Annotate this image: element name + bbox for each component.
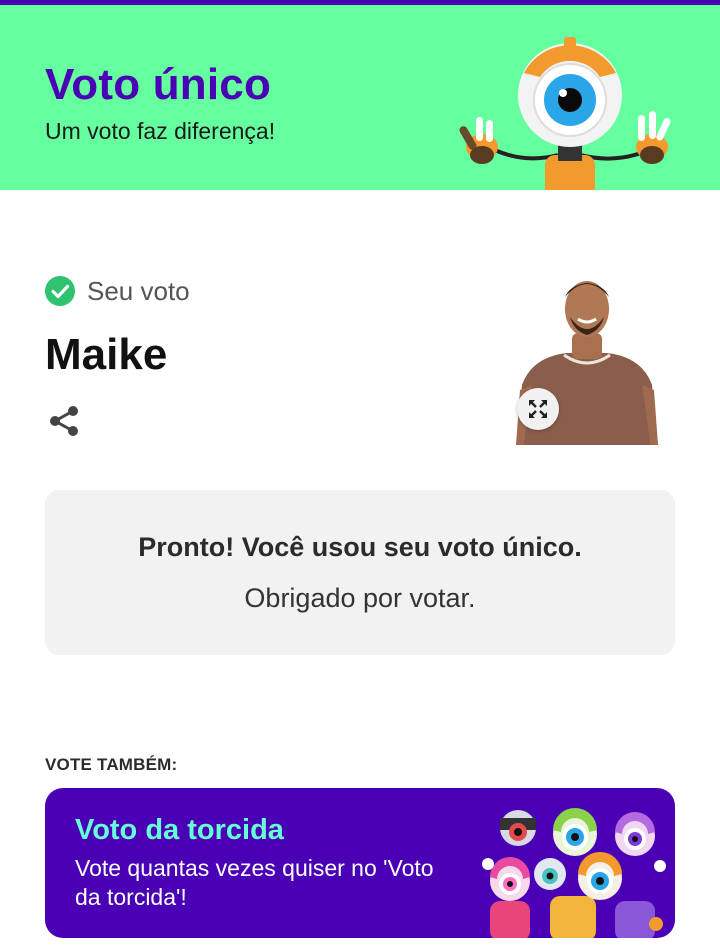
expand-icon bbox=[529, 400, 547, 418]
torcida-card-title: Voto da torcida bbox=[75, 814, 284, 846]
voto-da-torcida-card[interactable]: Voto da torcida Vote quantas vezes quise… bbox=[45, 788, 675, 938]
your-vote-section: Seu voto Maike bbox=[0, 190, 720, 480]
eye-mascots-crowd-icon bbox=[482, 808, 666, 938]
share-icon[interactable] bbox=[47, 404, 81, 438]
torcida-card-description: Vote quantas vezes quiser no 'Voto da to… bbox=[75, 855, 434, 910]
page-title: Voto único bbox=[45, 60, 272, 109]
page-subtitle: Um voto faz diferença! bbox=[45, 118, 276, 144]
page-header: Voto único Um voto faz diferença! bbox=[0, 5, 720, 190]
confirmation-title: Pronto! Você usou seu voto único. bbox=[138, 532, 582, 562]
expand-photo-button[interactable] bbox=[517, 388, 559, 430]
also-vote-label: VOTE TAMBÉM: bbox=[45, 755, 178, 774]
check-circle-icon bbox=[45, 276, 75, 306]
candidate-name: Maike bbox=[45, 330, 168, 379]
vote-confirmation-box: Pronto! Você usou seu voto único. Obriga… bbox=[45, 490, 675, 655]
eye-mascot-icon bbox=[459, 37, 671, 190]
vote-status-label: Seu voto bbox=[87, 276, 190, 306]
confirmation-subtitle: Obrigado por votar. bbox=[244, 583, 476, 613]
